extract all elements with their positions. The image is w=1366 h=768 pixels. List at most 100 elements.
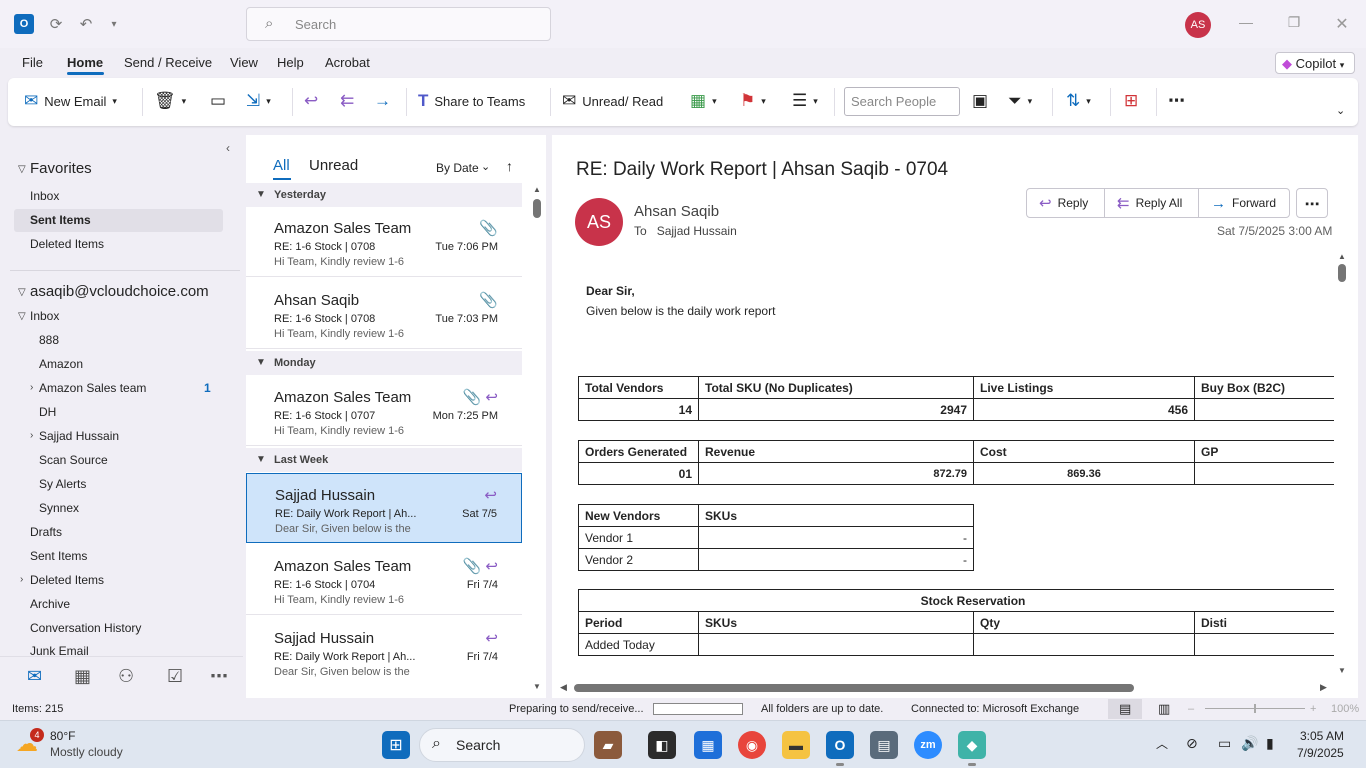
chevron-down-icon[interactable]: ▽ (18, 164, 26, 175)
menu-home[interactable]: Home (67, 55, 103, 70)
taskbar-search[interactable]: ⌕ Search (419, 728, 585, 762)
folder-synnex[interactable]: Synnex (39, 501, 79, 515)
more-apps-icon[interactable]: ⋯ (210, 666, 228, 687)
more-ribbon-button[interactable]: ⋯ (1168, 92, 1185, 110)
scroll-up-icon[interactable]: ▲ (533, 185, 541, 194)
mail-icon[interactable]: ✉ (27, 666, 42, 687)
menu-send-receive[interactable]: Send / Receive (124, 55, 212, 70)
clock-date[interactable]: 7/9/2025 (1297, 746, 1344, 760)
folder-scan-source[interactable]: Scan Source (39, 453, 108, 467)
sync-icon[interactable]: ⟳ (46, 14, 66, 34)
favorite-deleted-items[interactable]: Deleted Items (30, 237, 104, 251)
account-avatar[interactable]: AS (1185, 12, 1211, 38)
folder-drafts[interactable]: Drafts (30, 525, 62, 539)
sender-name[interactable]: Ahsan Saqib (634, 203, 719, 220)
rules-button[interactable]: ☰ ▾ (792, 92, 818, 110)
reading-view-icon[interactable]: ▥ (1158, 701, 1170, 717)
menu-help[interactable]: Help (277, 55, 304, 70)
new-email-button[interactable]: ✉ New Email ▾ (24, 92, 117, 110)
chevron-right-icon[interactable]: › (20, 574, 23, 585)
move-button[interactable]: ⇲ ▾ (246, 92, 271, 110)
calculator-icon[interactable]: ▤ (870, 731, 898, 759)
close-icon[interactable]: ✕ (1332, 14, 1352, 34)
folder-888[interactable]: 888 (39, 333, 59, 347)
folder-sent-items[interactable]: Sent Items (30, 549, 87, 563)
volume-icon[interactable]: 🔊 (1241, 735, 1258, 752)
scroll-down-icon[interactable]: ▼ (533, 682, 541, 691)
delete-button[interactable]: 🗑 ▾ (154, 92, 186, 110)
outlook-taskbar-icon[interactable]: O (826, 731, 854, 759)
tab-unread[interactable]: Unread (309, 157, 358, 174)
message-list-scrollbar[interactable]: ▲ ▼ (532, 185, 542, 691)
battery-icon[interactable]: ▮ (1266, 735, 1274, 752)
widget-icon[interactable]: ▰ (594, 731, 622, 759)
chevron-right-icon[interactable]: › (30, 430, 33, 441)
network-off-icon[interactable]: ⊘ (1186, 735, 1198, 752)
zoom-in-icon[interactable]: + (1310, 703, 1316, 715)
filter-button[interactable]: ⏷ ▾ (1008, 92, 1032, 110)
folder-sajjad-hussain[interactable]: Sajjad Hussain (39, 429, 119, 443)
scrollbar-thumb[interactable] (533, 199, 541, 218)
forward-button[interactable]: → Forward (1199, 189, 1289, 217)
reply-button[interactable]: ↩ (304, 92, 318, 110)
scroll-down-icon[interactable]: ▼ (1338, 666, 1346, 675)
search-box[interactable]: ⌕ Search (246, 7, 551, 41)
folder-archive[interactable]: Archive (30, 597, 70, 611)
start-icon[interactable]: ⊞ (382, 731, 410, 759)
apps-button[interactable]: ⊞ (1124, 92, 1138, 110)
app-icon[interactable]: ◆ (958, 731, 986, 759)
copilot-button[interactable]: ◆ Copilot ▾ (1275, 52, 1355, 74)
sender-avatar[interactable]: AS (575, 198, 623, 246)
favorite-sent-items[interactable]: Sent Items (30, 213, 91, 227)
calendar-icon[interactable]: ▦ (74, 666, 91, 687)
translate-button[interactable]: ⇅ ▾ (1066, 92, 1091, 110)
file-explorer-icon[interactable]: ▬ (782, 731, 810, 759)
minimize-icon[interactable]: — (1236, 14, 1256, 30)
reading-vertical-scrollbar[interactable]: ▲ ▼ (1338, 252, 1348, 682)
zoom-out-icon[interactable]: – (1188, 703, 1194, 715)
favorite-inbox[interactable]: Inbox (30, 189, 59, 203)
group-header-yesterday[interactable]: ▼ Yesterday (246, 183, 522, 207)
undo-icon[interactable]: ↶ (76, 14, 96, 34)
scroll-up-icon[interactable]: ▲ (1338, 252, 1346, 261)
scrollbar-thumb[interactable] (1338, 264, 1346, 282)
clock-time[interactable]: 3:05 AM (1300, 729, 1344, 743)
chrome-icon[interactable]: ◉ (738, 731, 766, 759)
weather-temp[interactable]: 80°F (50, 729, 75, 743)
task-view-icon[interactable]: ◧ (648, 731, 676, 759)
forward-button[interactable]: → (374, 92, 391, 110)
folder-inbox[interactable]: Inbox (30, 309, 59, 323)
menu-view[interactable]: View (230, 55, 258, 70)
expand-ribbon-button[interactable]: ⌄ (1336, 104, 1345, 117)
maximize-icon[interactable]: ❐ (1284, 14, 1304, 31)
folder-deleted-items[interactable]: Deleted Items (30, 573, 104, 587)
menu-file[interactable]: File (22, 55, 43, 70)
list-item[interactable]: Sajjad Hussain ↩ RE: Daily Work Report |… (246, 617, 522, 687)
group-header-last-week[interactable]: ▼ Last Week (246, 448, 522, 472)
folder-amazon-sales-team[interactable]: Amazon Sales team (39, 381, 146, 395)
folder-amazon[interactable]: Amazon (39, 357, 83, 371)
store-icon[interactable]: ▦ (694, 731, 722, 759)
customize-toolbar-icon[interactable]: ▾ (104, 14, 124, 34)
reply-all-button[interactable]: ⇇ (340, 92, 354, 110)
reading-horizontal-scrollbar[interactable]: ◀ ▶ (560, 682, 1332, 694)
people-icon[interactable]: ⚇ (118, 666, 134, 687)
flag-button[interactable]: ⚑ ▾ (740, 92, 766, 110)
scrollbar-thumb[interactable] (574, 684, 1134, 692)
zoom-slider-thumb[interactable] (1254, 704, 1256, 713)
reply-button[interactable]: ↩ Reply (1027, 189, 1105, 217)
archive-button[interactable]: ▭ (210, 92, 226, 110)
tab-all[interactable]: All (273, 157, 290, 174)
tasks-icon[interactable]: ☑ (167, 666, 183, 687)
chevron-down-icon[interactable]: ▽ (18, 311, 26, 322)
list-item[interactable]: Amazon Sales Team 📎 RE: 1-6 Stock | 0708… (246, 207, 522, 277)
menu-acrobat[interactable]: Acrobat (325, 55, 370, 70)
list-item[interactable]: Amazon Sales Team 📎 ↩ RE: 1-6 Stock | 07… (246, 376, 522, 446)
chevron-down-icon[interactable]: ⌄ (481, 160, 490, 173)
chevron-up-icon[interactable]: ︿ (1156, 735, 1168, 752)
more-actions-button[interactable]: ⋯ (1296, 188, 1328, 218)
scroll-right-icon[interactable]: ▶ (1320, 682, 1327, 693)
display-icon[interactable]: ▭ (1218, 735, 1231, 752)
group-header-monday[interactable]: ▼ Monday (246, 351, 522, 375)
sort-by-date[interactable]: By Date (436, 161, 479, 175)
